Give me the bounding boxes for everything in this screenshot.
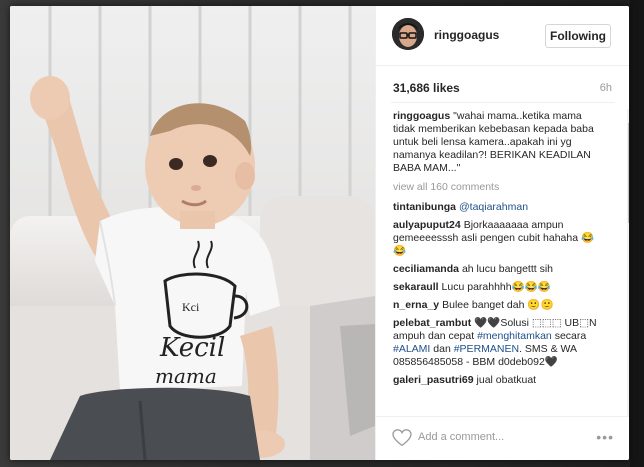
- view-all-comments-link[interactable]: view all 160 comments: [393, 181, 597, 194]
- comment-username[interactable]: ceciliamanda: [393, 263, 459, 275]
- backdrop-strip: [630, 0, 644, 467]
- post-modal: Kci Kecil mama ringgoagus Following 31,6…: [10, 6, 629, 460]
- post-username[interactable]: ringgoagus: [434, 28, 499, 42]
- caption: ringgoagus "wahai mama..ketika mama tidak…: [393, 110, 597, 175]
- cup-text: Kci: [182, 300, 200, 314]
- post-photo[interactable]: Kci Kecil mama: [10, 6, 375, 460]
- comment-text: Bulee banget dah 🙂🙂: [442, 299, 554, 311]
- post-header: ringgoagus Following: [376, 6, 629, 66]
- comments-list: ringgoagus "wahai mama..ketika mama tidak…: [393, 110, 597, 416]
- following-button[interactable]: Following: [545, 24, 611, 48]
- heart-icon[interactable]: [392, 429, 412, 447]
- list-item: tintanibunga @taqiarahman: [393, 201, 597, 214]
- comment-text: ah lucu bangettt sih: [461, 263, 554, 275]
- hashtag-link[interactable]: #menghitamkan: [477, 330, 552, 342]
- comment-username[interactable]: galeri_pasutri69: [393, 374, 474, 386]
- comment-username[interactable]: pelebat_rambut: [393, 317, 471, 329]
- avatar[interactable]: [392, 18, 424, 50]
- comment-text: dan: [430, 343, 454, 355]
- comment-username[interactable]: n_erna_y: [393, 299, 439, 311]
- hashtag-link[interactable]: #ALAMI: [393, 343, 430, 355]
- comment-username[interactable]: aulyapuput24: [393, 219, 461, 231]
- scroll-up-icon[interactable]: [627, 109, 629, 118]
- shirt-text-line2: mama: [155, 364, 217, 388]
- comment-footer: Add a comment... •••: [376, 416, 629, 460]
- comment-text: Lucu parahhhh😂😂😂: [441, 281, 551, 293]
- shirt-text-line1: Kecil: [159, 333, 225, 363]
- comments-panel: ringgoagus Following 31,686 likes 6h rin…: [375, 6, 629, 460]
- avatar-image: [392, 18, 424, 50]
- comment-username[interactable]: tintanibunga: [393, 201, 456, 213]
- list-item: ceciliamanda ah lucu bangettt sih: [393, 263, 597, 276]
- hashtag-link[interactable]: #PERMANEN: [454, 343, 519, 355]
- comment-username[interactable]: ringgoagus: [393, 110, 450, 122]
- list-item: pelebat_rambut 🖤🖤Solusi ⬚⬚⬚ UB⬚N ampuh da…: [393, 317, 597, 369]
- scrollbar-thumb[interactable]: [628, 123, 629, 223]
- comment-text: secara: [551, 330, 587, 342]
- likes-divider: [391, 102, 615, 103]
- list-item: sekaraull Lucu parahhhh😂😂😂: [393, 281, 597, 294]
- list-item: galeri_pasutri69 jual obatkuat: [393, 374, 597, 387]
- comment-text: jual obatkuat: [476, 374, 537, 386]
- post-time[interactable]: 6h: [600, 82, 612, 94]
- comment-mention-link[interactable]: @taqiarahman: [459, 201, 528, 213]
- list-item: n_erna_y Bulee banget dah 🙂🙂: [393, 299, 597, 312]
- more-options-icon[interactable]: •••: [596, 429, 614, 445]
- scroll-down-icon[interactable]: [627, 407, 629, 416]
- baby-photo-illustration: Kci Kecil mama: [10, 6, 375, 460]
- comment-username[interactable]: sekaraull: [393, 281, 439, 293]
- list-item: aulyapuput24 Bjorkaaaaaaa ampun gemeeeess…: [393, 219, 597, 258]
- likes-count[interactable]: 31,686 likes: [393, 81, 460, 95]
- add-comment-input[interactable]: Add a comment...: [418, 431, 504, 443]
- comments-scrollbar[interactable]: [627, 109, 629, 416]
